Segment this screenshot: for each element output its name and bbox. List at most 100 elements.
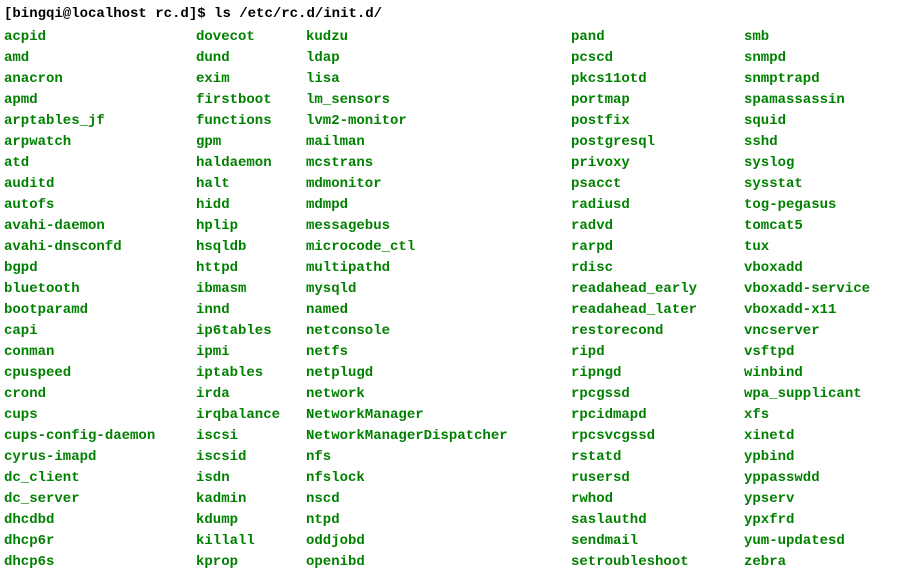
file-entry: radvd — [571, 216, 744, 237]
file-entry: isdn — [196, 468, 306, 489]
file-entry: iscsid — [196, 447, 306, 468]
file-entry: tux — [744, 237, 870, 258]
file-entry: vboxadd — [744, 258, 870, 279]
file-entry: capi — [4, 321, 196, 342]
file-entry: functions — [196, 111, 306, 132]
file-entry: kdump — [196, 510, 306, 531]
output-column: acpidamdanacronapmdarptables_jfarpwatcha… — [4, 27, 196, 573]
file-entry: rwhod — [571, 489, 744, 510]
file-entry: zebra — [744, 552, 870, 573]
file-entry: bgpd — [4, 258, 196, 279]
file-entry: winbind — [744, 363, 870, 384]
file-entry: ripngd — [571, 363, 744, 384]
file-entry: kadmin — [196, 489, 306, 510]
file-entry: kprop — [196, 552, 306, 573]
file-entry: vsftpd — [744, 342, 870, 363]
file-entry: ntpd — [306, 510, 571, 531]
file-entry: conman — [4, 342, 196, 363]
file-entry: hsqldb — [196, 237, 306, 258]
file-entry: netconsole — [306, 321, 571, 342]
output-column: kudzuldaplisalm_sensorslvm2-monitormailm… — [306, 27, 571, 573]
file-entry: hplip — [196, 216, 306, 237]
file-entry: firstboot — [196, 90, 306, 111]
file-entry: vboxadd-service — [744, 279, 870, 300]
file-entry: snmptrapd — [744, 69, 870, 90]
file-entry: dhcdbd — [4, 510, 196, 531]
file-entry: oddjobd — [306, 531, 571, 552]
file-entry: crond — [4, 384, 196, 405]
file-entry: named — [306, 300, 571, 321]
file-entry: rpcidmapd — [571, 405, 744, 426]
file-entry: apmd — [4, 90, 196, 111]
file-entry: atd — [4, 153, 196, 174]
file-entry: multipathd — [306, 258, 571, 279]
file-entry: openibd — [306, 552, 571, 573]
file-entry: radiusd — [571, 195, 744, 216]
file-entry: amd — [4, 48, 196, 69]
file-entry: dc_server — [4, 489, 196, 510]
file-entry: dc_client — [4, 468, 196, 489]
file-entry: avahi-daemon — [4, 216, 196, 237]
file-entry: arptables_jf — [4, 111, 196, 132]
ls-output: acpidamdanacronapmdarptables_jfarpwatcha… — [4, 27, 910, 573]
file-entry: pand — [571, 27, 744, 48]
file-entry: ypxfrd — [744, 510, 870, 531]
file-entry: autofs — [4, 195, 196, 216]
file-entry: messagebus — [306, 216, 571, 237]
file-entry: nfs — [306, 447, 571, 468]
file-entry: xfs — [744, 405, 870, 426]
file-entry: iptables — [196, 363, 306, 384]
file-entry: microcode_ctl — [306, 237, 571, 258]
file-entry: sendmail — [571, 531, 744, 552]
file-entry: bluetooth — [4, 279, 196, 300]
file-entry: cups-config-daemon — [4, 426, 196, 447]
file-entry: ip6tables — [196, 321, 306, 342]
file-entry: ripd — [571, 342, 744, 363]
file-entry: setroubleshoot — [571, 552, 744, 573]
file-entry: tog-pegasus — [744, 195, 870, 216]
terminal-prompt: [bingqi@localhost rc.d]$ ls /etc/rc.d/in… — [4, 4, 910, 25]
file-entry: irda — [196, 384, 306, 405]
file-entry: smb — [744, 27, 870, 48]
file-entry: pcscd — [571, 48, 744, 69]
file-entry: httpd — [196, 258, 306, 279]
file-entry: sysstat — [744, 174, 870, 195]
file-entry: snmpd — [744, 48, 870, 69]
file-entry: rpcgssd — [571, 384, 744, 405]
file-entry: lisa — [306, 69, 571, 90]
file-entry: yppasswdd — [744, 468, 870, 489]
file-entry: NetworkManagerDispatcher — [306, 426, 571, 447]
file-entry: kudzu — [306, 27, 571, 48]
file-entry: rusersd — [571, 468, 744, 489]
file-entry: lm_sensors — [306, 90, 571, 111]
file-entry: postgresql — [571, 132, 744, 153]
file-entry: mcstrans — [306, 153, 571, 174]
file-entry: ypserv — [744, 489, 870, 510]
file-entry: mdmpd — [306, 195, 571, 216]
file-entry: iscsi — [196, 426, 306, 447]
file-entry: wpa_supplicant — [744, 384, 870, 405]
file-entry: halt — [196, 174, 306, 195]
file-entry: exim — [196, 69, 306, 90]
prompt-user-host: [bingqi@localhost rc.d]$ — [4, 6, 214, 22]
file-entry: portmap — [571, 90, 744, 111]
file-entry: syslog — [744, 153, 870, 174]
file-entry: dovecot — [196, 27, 306, 48]
file-entry: hidd — [196, 195, 306, 216]
file-entry: dhcp6r — [4, 531, 196, 552]
file-entry: anacron — [4, 69, 196, 90]
file-entry: bootparamd — [4, 300, 196, 321]
file-entry: rstatd — [571, 447, 744, 468]
file-entry: ypbind — [744, 447, 870, 468]
file-entry: nscd — [306, 489, 571, 510]
file-entry: cpuspeed — [4, 363, 196, 384]
file-entry: cups — [4, 405, 196, 426]
file-entry: postfix — [571, 111, 744, 132]
file-entry: nfslock — [306, 468, 571, 489]
file-entry: network — [306, 384, 571, 405]
output-column: dovecotdundeximfirstbootfunctionsgpmhald… — [196, 27, 306, 573]
file-entry: NetworkManager — [306, 405, 571, 426]
file-entry: rarpd — [571, 237, 744, 258]
file-entry: mailman — [306, 132, 571, 153]
file-entry: vncserver — [744, 321, 870, 342]
